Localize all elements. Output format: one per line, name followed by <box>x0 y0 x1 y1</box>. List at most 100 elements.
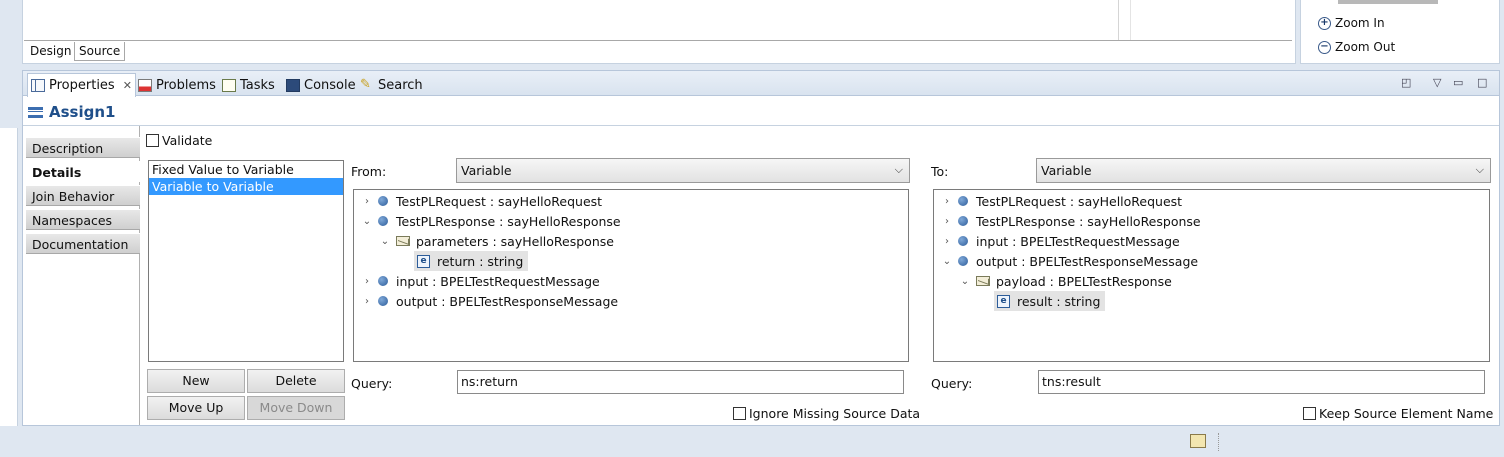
message-part-icon <box>396 236 410 246</box>
tree-node[interactable]: › TestPLRequest : sayHelloRequest <box>360 191 602 211</box>
list-item[interactable]: Fixed Value to Variable <box>149 161 343 178</box>
assign-icon <box>28 106 43 118</box>
tree-node-label: payload : BPELTestResponse <box>996 273 1172 289</box>
properties-icon <box>31 79 45 92</box>
zoom-in-item[interactable]: + Zoom In <box>1318 14 1385 32</box>
keep-source-checkbox[interactable] <box>1303 407 1316 420</box>
tab-tasks[interactable]: Tasks <box>219 74 278 96</box>
tab-properties[interactable]: Properties ✕ <box>27 73 136 97</box>
chevron-down-icon[interactable]: ⌄ <box>958 276 972 287</box>
tree-node[interactable]: › TestPLRequest : sayHelloRequest <box>940 191 1182 211</box>
section-tab-description[interactable]: Description <box>26 137 140 158</box>
tree-node[interactable]: ⌄ payload : BPELTestResponse <box>958 271 1172 291</box>
chevron-down-icon[interactable]: ⌄ <box>378 236 392 247</box>
zoom-out-item[interactable]: − Zoom Out <box>1318 38 1395 56</box>
variable-icon <box>378 296 388 306</box>
tree-node[interactable]: › input : BPELTestRequestMessage <box>940 231 1180 251</box>
minimize-icon[interactable]: ▭ <box>1453 76 1463 89</box>
ignore-missing-option[interactable]: Ignore Missing Source Data <box>733 406 920 421</box>
tree-node[interactable]: ⌄ parameters : sayHelloResponse <box>378 231 614 251</box>
chevron-right-icon[interactable]: › <box>940 216 954 227</box>
move-down-button[interactable]: Move Down <box>247 396 345 420</box>
chevron-right-icon[interactable]: › <box>360 296 374 307</box>
tree-node-label: TestPLResponse : sayHelloResponse <box>396 213 621 229</box>
page-title: Assign1 <box>28 100 115 124</box>
search-icon: ✎ <box>360 76 371 92</box>
maximize-icon[interactable]: □ <box>1477 76 1487 89</box>
to-type-value: Variable <box>1041 163 1092 178</box>
tab-source[interactable]: Source <box>74 42 126 61</box>
tab-search[interactable]: ✎ Search <box>357 74 426 96</box>
keep-source-label: Keep Source Element Name <box>1319 406 1494 421</box>
section-tab-namespaces[interactable]: Namespaces <box>26 209 140 230</box>
left-side-panel <box>0 128 18 426</box>
view-menu-icon[interactable]: ▽ <box>1433 76 1441 89</box>
copy-type-list[interactable]: Fixed Value to Variable Variable to Vari… <box>148 160 344 362</box>
element-icon: e <box>997 294 1010 308</box>
tree-node-selected[interactable]: e return : string <box>414 251 529 271</box>
tree-node-label: parameters : sayHelloResponse <box>416 233 614 249</box>
editor-divider <box>1130 0 1131 40</box>
tree-node[interactable]: ⌄ output : BPELTestResponseMessage <box>940 251 1198 271</box>
tree-node[interactable]: ⌄ TestPLResponse : sayHelloResponse <box>360 211 621 231</box>
chevron-right-icon[interactable]: › <box>940 196 954 207</box>
delete-button[interactable]: Delete <box>247 369 345 393</box>
ignore-missing-checkbox[interactable] <box>733 407 746 420</box>
to-query-label: Query: <box>931 376 973 391</box>
problems-icon <box>138 78 152 92</box>
tab-console-label: Console <box>304 77 356 93</box>
from-type-value: Variable <box>461 163 512 178</box>
tree-node-label: return : string <box>437 253 524 269</box>
tree-node-label: TestPLResponse : sayHelloResponse <box>976 213 1201 229</box>
variable-icon <box>958 216 968 226</box>
tree-node[interactable]: › input : BPELTestRequestMessage <box>360 271 600 291</box>
tab-search-label: Search <box>378 77 423 93</box>
title-label: Assign1 <box>49 103 116 121</box>
tab-design[interactable]: Design <box>26 42 77 61</box>
chevron-down-icon: ⌵ <box>1475 163 1484 176</box>
ignore-missing-label: Ignore Missing Source Data <box>749 406 921 421</box>
list-item[interactable]: Variable to Variable <box>149 178 343 195</box>
from-variable-tree[interactable]: › TestPLRequest : sayHelloRequest ⌄ Test… <box>353 189 909 362</box>
title-divider <box>23 125 1499 126</box>
validate-option[interactable]: Validate <box>146 133 212 148</box>
status-icon[interactable] <box>1190 434 1206 448</box>
keep-source-option[interactable]: Keep Source Element Name <box>1303 406 1493 421</box>
chevron-down-icon[interactable]: ⌄ <box>360 216 374 227</box>
tree-node-label: TestPLRequest : sayHelloRequest <box>396 193 603 209</box>
chevron-right-icon[interactable]: › <box>360 276 374 287</box>
tab-problems[interactable]: Problems <box>135 74 219 96</box>
to-type-select[interactable]: Variable ⌵ <box>1036 158 1491 183</box>
tree-node[interactable]: › output : BPELTestResponseMessage <box>360 291 618 311</box>
variable-icon <box>378 276 388 286</box>
move-up-button[interactable]: Move Up <box>147 396 245 420</box>
from-query-input[interactable]: ns:return <box>457 370 904 394</box>
section-tab-details[interactable]: Details <box>26 161 140 182</box>
chevron-down-icon[interactable]: ⌄ <box>940 256 954 267</box>
to-label: To: <box>931 164 949 179</box>
zoom-in-label: Zoom In <box>1335 16 1385 30</box>
console-icon <box>286 78 300 92</box>
from-type-select[interactable]: Variable ⌵ <box>456 158 910 183</box>
chevron-right-icon[interactable]: › <box>940 236 954 247</box>
view-tab-bar: Properties ✕ Problems Tasks Console ✎ Se… <box>22 70 1500 97</box>
to-query-input[interactable]: tns:result <box>1038 370 1485 394</box>
variable-icon <box>958 196 968 206</box>
pin-view-icon[interactable]: ◰ <box>1401 76 1411 89</box>
status-separator <box>1218 433 1220 451</box>
close-icon[interactable]: ✕ <box>123 79 132 92</box>
validate-checkbox[interactable] <box>146 134 159 147</box>
section-tab-documentation[interactable]: Documentation <box>26 233 140 254</box>
tree-node[interactable]: › TestPLResponse : sayHelloResponse <box>940 211 1201 231</box>
variable-icon <box>958 256 968 266</box>
new-button[interactable]: New <box>147 369 245 393</box>
validate-label: Validate <box>162 133 213 148</box>
tab-tasks-label: Tasks <box>240 77 275 93</box>
to-variable-tree[interactable]: › TestPLRequest : sayHelloRequest › Test… <box>933 189 1490 362</box>
chevron-right-icon[interactable]: › <box>360 196 374 207</box>
tree-node-selected[interactable]: e result : string <box>994 291 1106 311</box>
palette-scroll-thumb[interactable] <box>1338 0 1438 4</box>
tab-console[interactable]: Console <box>283 74 359 96</box>
section-tab-join-behavior[interactable]: Join Behavior <box>26 185 140 206</box>
tree-node-label: output : BPELTestResponseMessage <box>976 253 1199 269</box>
